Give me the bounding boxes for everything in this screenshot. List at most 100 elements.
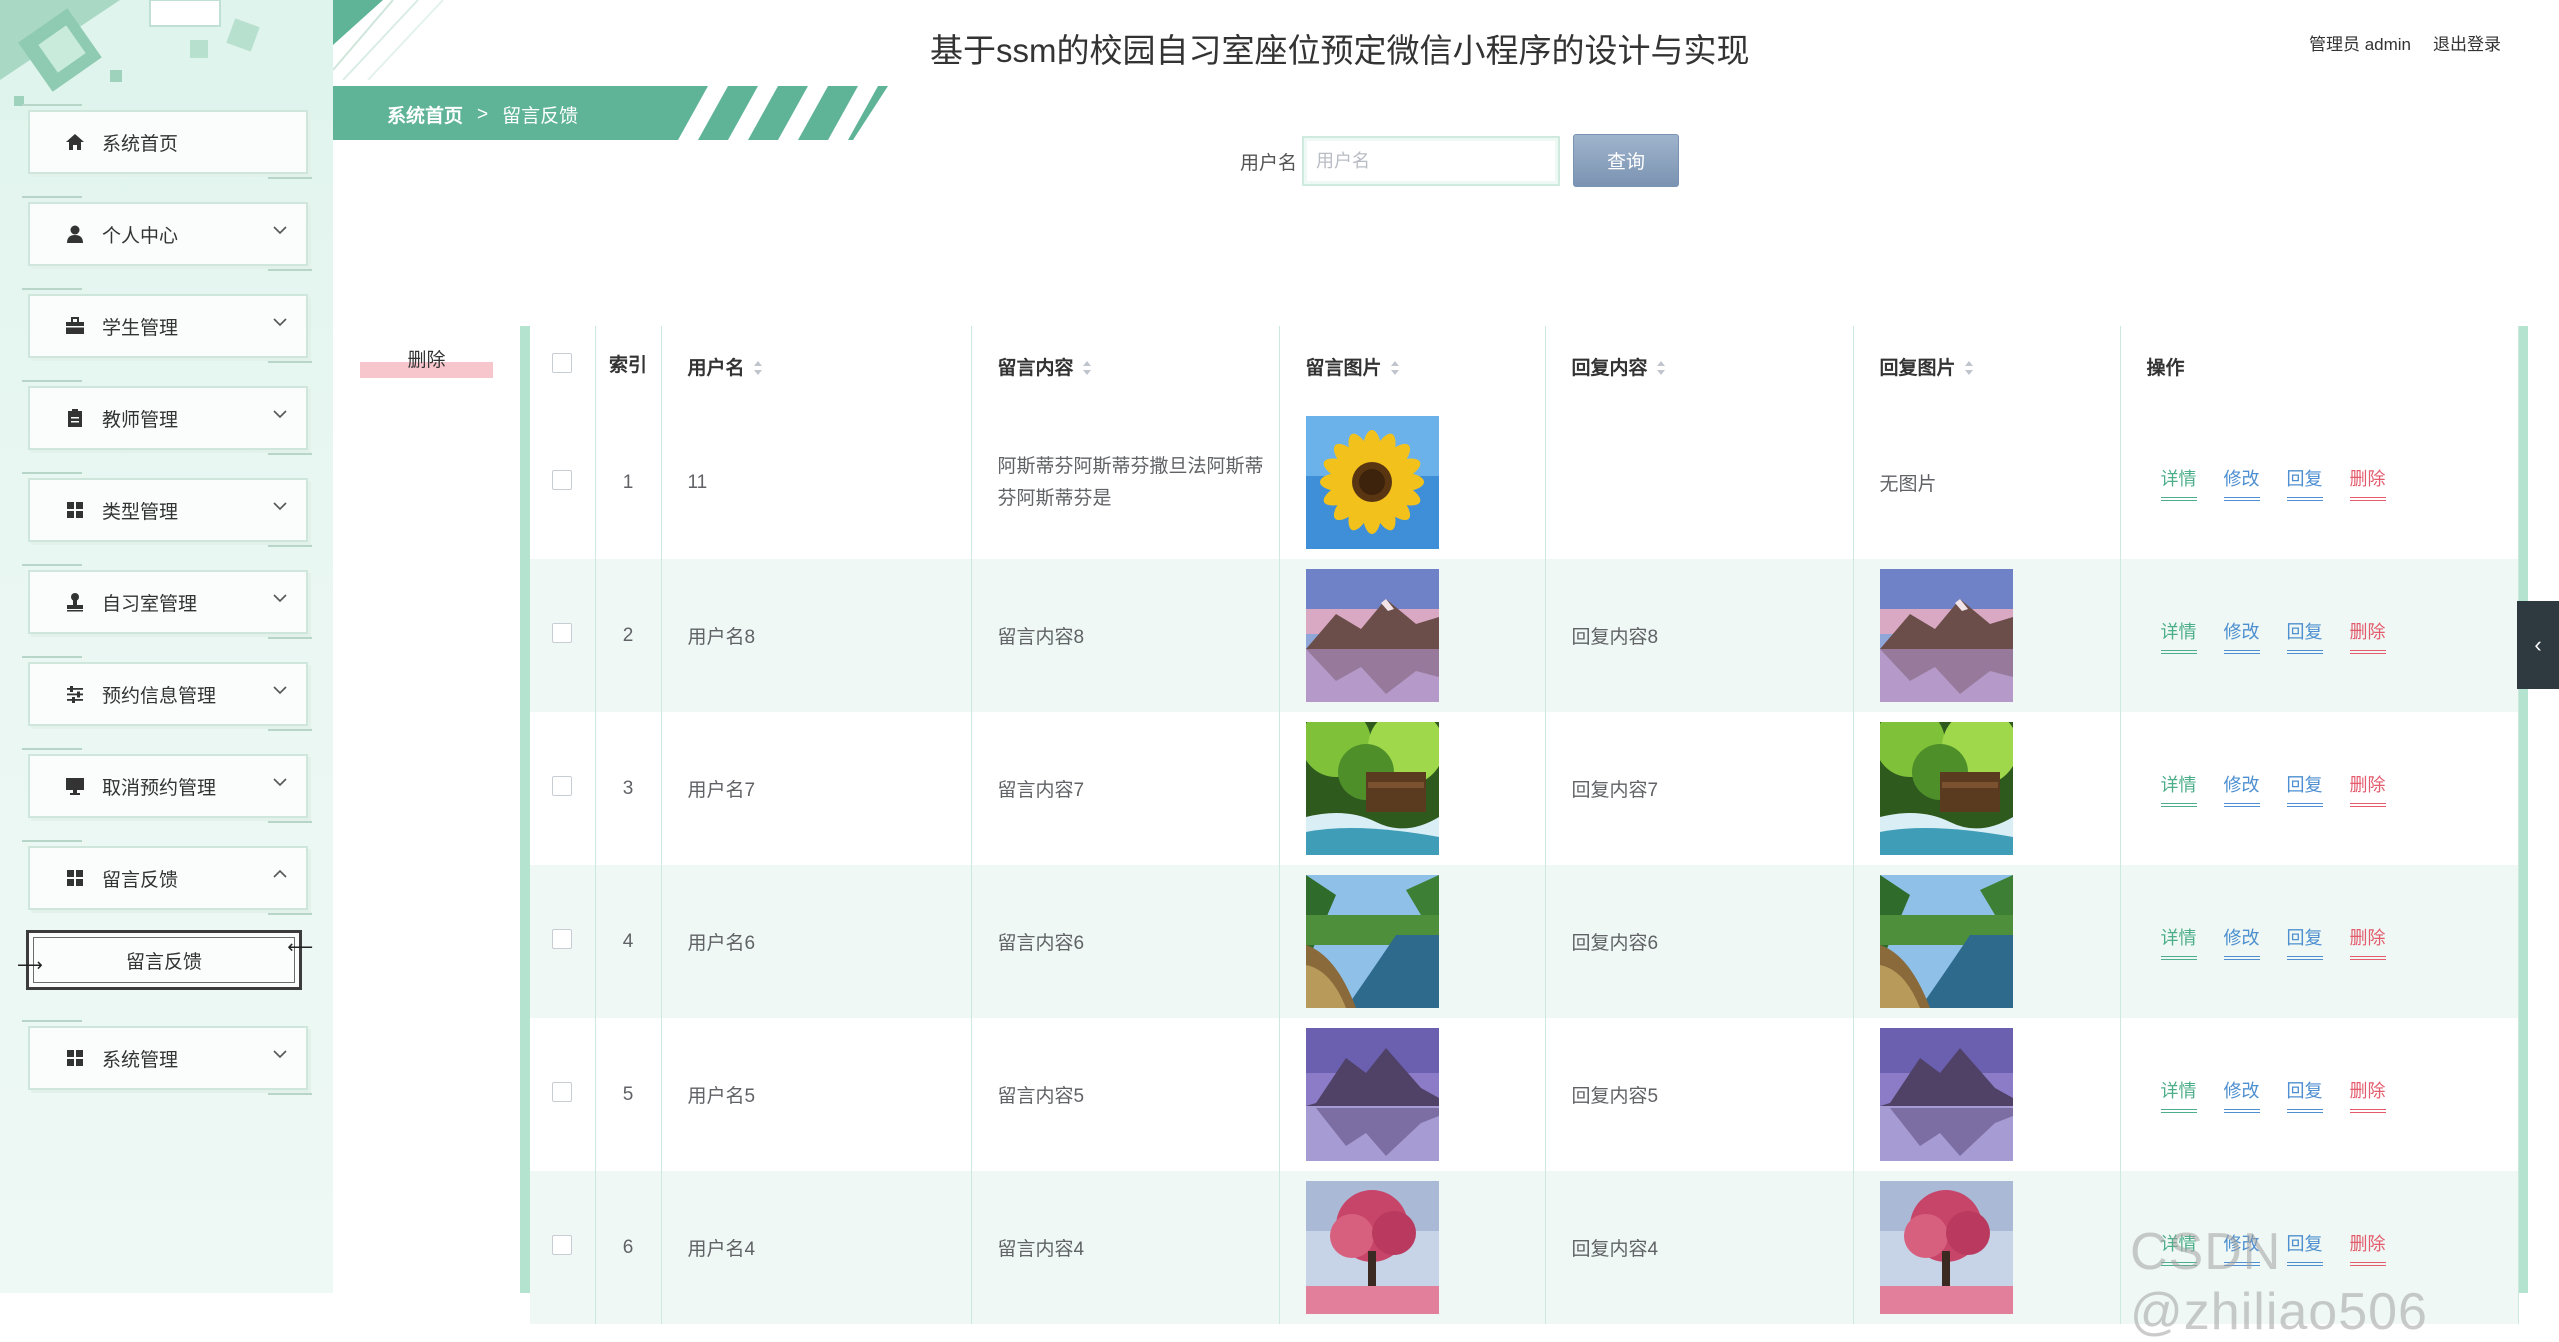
row-checkbox[interactable] xyxy=(552,469,573,490)
purple-mountain-image[interactable] xyxy=(1879,1028,2013,1161)
row-checkbox[interactable] xyxy=(552,1081,573,1102)
detail-button[interactable]: 详情 xyxy=(2160,771,2197,807)
delete-button[interactable]: 删除 xyxy=(2349,1077,2386,1113)
row-checkbox[interactable] xyxy=(552,622,573,643)
row-index: 3 xyxy=(595,712,662,865)
no-image-text: 无图片 xyxy=(1879,474,1937,495)
row-checkbox[interactable] xyxy=(552,775,573,796)
search-button[interactable]: 查询 xyxy=(1573,134,1679,187)
submenu-item-message-feedback[interactable]: ⟶ 留言反馈 ⟵ xyxy=(17,930,313,990)
forest-river-image[interactable] xyxy=(1305,875,1439,1008)
row-actions: 详情 修改 回复 删除 xyxy=(2120,865,2519,1018)
detail-button[interactable]: 详情 xyxy=(2160,924,2197,960)
row-username: 用户名8 xyxy=(661,559,972,712)
breadcrumb: 系统首页 > 留言反馈 xyxy=(333,86,893,140)
chevron-down-icon xyxy=(273,318,287,327)
collapse-panel-button[interactable]: ‹ xyxy=(2517,601,2559,689)
row-index: 4 xyxy=(595,865,662,1018)
search-label: 用户名 xyxy=(1240,153,1298,174)
row-index: 6 xyxy=(595,1171,662,1324)
edit-button[interactable]: 修改 xyxy=(2223,924,2260,960)
row-reply: 回复内容5 xyxy=(1545,1018,1854,1171)
select-all-checkbox[interactable] xyxy=(552,353,573,373)
select-all-cell xyxy=(530,326,596,406)
forest-river-image[interactable] xyxy=(1879,875,2013,1008)
reply-button[interactable]: 回复 xyxy=(2286,618,2323,654)
username-search-input[interactable] xyxy=(1302,136,1560,186)
detail-button[interactable]: 详情 xyxy=(2160,618,2197,654)
sidebar-item-message-feedback[interactable]: 留言反馈 xyxy=(28,846,312,915)
column-header-reply-image[interactable]: 回复图片 xyxy=(1853,326,2121,406)
delete-button[interactable]: 删除 xyxy=(2349,924,2386,960)
sort-icon[interactable] xyxy=(753,360,763,376)
pink-tree-image[interactable] xyxy=(1879,1181,2013,1314)
clipboard-icon xyxy=(64,407,86,429)
breadcrumb-home[interactable]: 系统首页 xyxy=(387,101,463,128)
reply-button[interactable]: 回复 xyxy=(2286,465,2323,501)
pink-tree-image[interactable] xyxy=(1305,1181,1439,1314)
column-header-message-image[interactable]: 留言图片 xyxy=(1279,326,1546,406)
edit-button[interactable]: 修改 xyxy=(2223,1077,2260,1113)
purple-mountain-image[interactable] xyxy=(1305,1028,1439,1161)
sidebar-item-study-room-management[interactable]: 自习室管理 xyxy=(28,570,312,639)
batch-delete-button[interactable]: 删除 xyxy=(360,338,493,378)
sidebar-item-reservation-management[interactable]: 预约信息管理 xyxy=(28,662,312,731)
sort-icon[interactable] xyxy=(1082,360,1092,376)
row-reply-image xyxy=(1853,712,2121,865)
column-header-username[interactable]: 用户名 xyxy=(661,326,972,406)
chevron-down-icon xyxy=(273,778,287,787)
logout-link[interactable]: 退出登录 xyxy=(2433,30,2501,55)
sort-icon[interactable] xyxy=(1390,360,1400,376)
sliders-icon xyxy=(64,683,86,705)
column-header-actions: 操作 xyxy=(2120,326,2519,406)
detail-button[interactable]: 详情 xyxy=(2160,465,2197,501)
row-checkbox[interactable] xyxy=(552,1234,573,1255)
row-reply: 回复内容7 xyxy=(1545,712,1854,865)
table-row: 3 用户名7 留言内容7 回复内容7 详情 修改 回复 删除 xyxy=(530,712,2519,865)
column-header-message[interactable]: 留言内容 xyxy=(971,326,1280,406)
detail-button[interactable]: 详情 xyxy=(2160,1077,2197,1113)
edit-button[interactable]: 修改 xyxy=(2223,771,2260,807)
column-header-label: 留言内容 xyxy=(997,357,1074,379)
delete-button[interactable]: 删除 xyxy=(2349,618,2386,654)
reply-button[interactable]: 回复 xyxy=(2286,1077,2323,1113)
sidebar-item-home[interactable]: 系统首页 xyxy=(28,110,312,179)
sidebar-item-personal-center[interactable]: 个人中心 xyxy=(28,202,312,271)
sidebar-item-label: 取消预约管理 xyxy=(102,777,217,799)
forest-waterfall-image[interactable] xyxy=(1305,722,1439,855)
sidebar-item-label: 学生管理 xyxy=(102,317,179,339)
sort-icon[interactable] xyxy=(1656,360,1666,376)
column-header-reply[interactable]: 回复内容 xyxy=(1545,326,1854,406)
chevron-down-icon xyxy=(273,410,287,419)
reply-button[interactable]: 回复 xyxy=(2286,771,2323,807)
table-row: 1 11 阿斯蒂芬阿斯蒂芬撒旦法阿斯蒂芬阿斯蒂芬是 无图片 详情 修改 回复 删除 xyxy=(530,406,2519,559)
sunflower-image[interactable] xyxy=(1305,416,1439,549)
mountain-lake-image[interactable] xyxy=(1305,569,1439,702)
row-message-image xyxy=(1279,559,1546,712)
table-body: 1 11 阿斯蒂芬阿斯蒂芬撒旦法阿斯蒂芬阿斯蒂芬是 无图片 详情 修改 回复 删除 2 用户名8 留… xyxy=(530,406,2519,1324)
mountain-lake-image[interactable] xyxy=(1879,569,2013,702)
row-message: 留言内容5 xyxy=(971,1018,1280,1171)
sidebar-item-type-management[interactable]: 类型管理 xyxy=(28,478,312,547)
sidebar-item-cancel-reservation-management[interactable]: 取消预约管理 xyxy=(28,754,312,823)
sidebar-item-teacher-management[interactable]: 教师管理 xyxy=(28,386,312,455)
sort-icon[interactable] xyxy=(1964,360,1974,376)
forest-waterfall-image[interactable] xyxy=(1879,722,2013,855)
row-reply: 回复内容4 xyxy=(1545,1171,1854,1324)
delete-button[interactable]: 删除 xyxy=(2349,465,2386,501)
grid-icon xyxy=(64,1047,86,1069)
reply-button[interactable]: 回复 xyxy=(2286,924,2323,960)
row-message: 留言内容7 xyxy=(971,712,1280,865)
sidebar-item-system-management[interactable]: 系统管理 xyxy=(28,1026,312,1095)
chevron-down-icon xyxy=(273,686,287,695)
edit-button[interactable]: 修改 xyxy=(2223,465,2260,501)
row-checkbox[interactable] xyxy=(552,928,573,949)
sidebar-item-student-management[interactable]: 学生管理 xyxy=(28,294,312,363)
edit-button[interactable]: 修改 xyxy=(2223,618,2260,654)
arrow-right-icon: ⟶ xyxy=(17,955,43,976)
table-row: 4 用户名6 留言内容6 回复内容6 详情 修改 回复 删除 xyxy=(530,865,2519,1018)
delete-button[interactable]: 删除 xyxy=(2349,771,2386,807)
user-icon xyxy=(64,223,86,245)
sidebar-decoration xyxy=(0,0,333,120)
stamp-icon xyxy=(64,591,86,613)
